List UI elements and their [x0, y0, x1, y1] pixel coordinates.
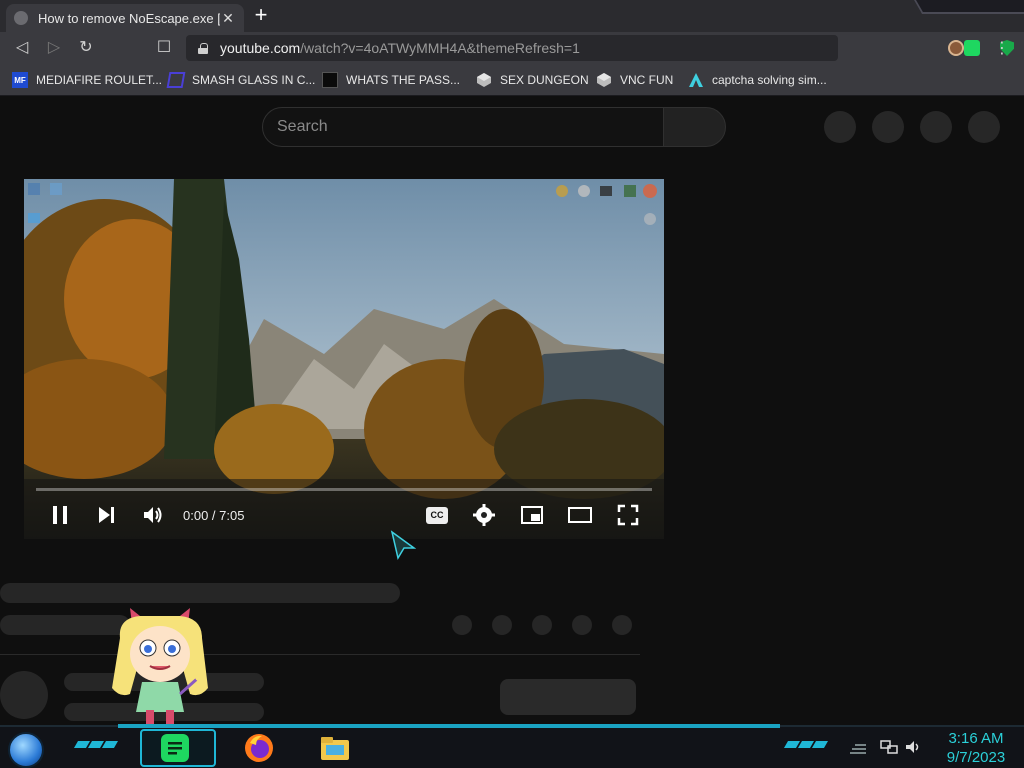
cartoon-mascot-sticker	[112, 608, 208, 724]
miniplayer-icon[interactable]	[520, 503, 544, 527]
start-orb-button[interactable]	[8, 732, 44, 768]
forward-button[interactable]: ▷	[44, 38, 64, 58]
dungeon-cube-icon	[476, 72, 492, 88]
file-explorer-icon[interactable]	[318, 731, 352, 765]
bookmark-item[interactable]: captcha solving sim...	[688, 71, 827, 89]
smash-glass-icon	[166, 72, 186, 88]
browser-toolbar: ◁ ▷ ↻ ☐ youtube.com /watch?v=4oATWyMMH4A…	[0, 32, 1024, 64]
theater-mode-icon[interactable]	[568, 503, 592, 527]
mouse-cursor	[390, 530, 416, 560]
bookmark-label: WHATS THE PASS...	[346, 73, 461, 87]
new-tab-button[interactable]: +	[250, 4, 272, 27]
search-button[interactable]	[663, 107, 726, 147]
reload-button[interactable]: ↻	[76, 38, 96, 58]
bookmark-label: VNC FUN	[620, 73, 674, 87]
bookmarks-bar: MF MEDIAFIRE ROULET... SMASH GLASS IN C.…	[0, 64, 1024, 96]
search-field[interactable]	[262, 107, 664, 147]
captions-icon[interactable]: CC	[426, 507, 448, 524]
taskbar-decoration	[811, 741, 829, 748]
volume-tray-icon[interactable]	[904, 739, 922, 755]
browser-tabstrip: How to remove NoEscape.exe [Do ✕ +	[0, 0, 1024, 32]
pause-icon[interactable]	[48, 503, 72, 527]
action-skeleton	[572, 615, 592, 635]
desktop-screen: How to remove NoEscape.exe [Do ✕ + ◁ ▷ ↻…	[0, 0, 1024, 768]
bookmark-label: MEDIAFIRE ROULET...	[36, 73, 163, 87]
taskbar-decoration	[101, 741, 119, 748]
action-skeleton	[492, 615, 512, 635]
profile-avatar[interactable]	[948, 40, 964, 56]
video-controls: 0:00 / 7:05 CC	[24, 497, 664, 537]
tab-active[interactable]: How to remove NoEscape.exe [Do ✕	[6, 4, 244, 32]
tab-title: How to remove NoEscape.exe [Do	[38, 10, 220, 26]
address-bar[interactable]: youtube.com /watch?v=4oATWyMMH4A&themeRe…	[186, 35, 1014, 61]
bookmark-item[interactable]: VNC FUN	[596, 71, 673, 89]
taskbar-accent-line	[118, 724, 780, 728]
video-frame	[24, 179, 664, 539]
action-skeleton	[532, 615, 552, 635]
header-placeholder-button[interactable]	[920, 111, 952, 143]
tab-close-icon[interactable]: ✕	[220, 10, 236, 27]
header-placeholder-button[interactable]	[968, 111, 1000, 143]
back-button[interactable]: ◁	[12, 38, 32, 58]
spotify-extension-icon[interactable]	[964, 40, 980, 56]
notepad-app-icon[interactable]	[158, 731, 192, 765]
bookmark-star-icon[interactable]: ☐	[154, 38, 174, 58]
header-placeholder-button[interactable]	[872, 111, 904, 143]
header-placeholder-button[interactable]	[824, 111, 856, 143]
subscribe-skeleton	[500, 679, 636, 715]
divider	[0, 654, 640, 655]
bookmark-label: SMASH GLASS IN C...	[192, 73, 316, 87]
url-host: youtube.com	[220, 40, 301, 56]
fullscreen-icon[interactable]	[616, 503, 640, 527]
bookmark-item[interactable]: MF MEDIAFIRE ROULET...	[12, 71, 162, 89]
bookmark-item[interactable]: WHATS THE PASS...	[322, 71, 460, 89]
bookmark-item[interactable]: SMASH GLASS IN C...	[166, 71, 316, 89]
volume-icon[interactable]	[141, 503, 165, 527]
captcha-a-icon	[688, 72, 704, 88]
bookmark-label: SEX DUNGEON	[500, 73, 589, 87]
firefox-icon[interactable]	[242, 731, 276, 765]
next-icon[interactable]	[94, 503, 118, 527]
search-input[interactable]	[277, 118, 663, 136]
taskbar: 3:16 AM 9/7/2023	[0, 724, 1024, 768]
video-progress-bar[interactable]	[36, 488, 652, 491]
action-skeleton	[612, 615, 632, 635]
clock-date: 9/7/2023	[946, 749, 1006, 766]
window-frame-decoration	[914, 0, 1024, 14]
url-path: /watch?v=4oATWyMMH4A&themeRefresh=1	[300, 40, 580, 56]
system-clock[interactable]: 3:16 AM 9/7/2023	[936, 729, 1016, 767]
action-skeleton	[452, 615, 472, 635]
bookmark-label: captcha solving sim...	[712, 73, 827, 87]
browser-menu-icon[interactable]: ⋮	[994, 38, 1010, 58]
vnc-cube-icon	[596, 72, 612, 88]
bookmark-item[interactable]: SEX DUNGEON	[476, 71, 589, 89]
lock-icon[interactable]	[198, 42, 208, 54]
channel-avatar-skeleton	[0, 671, 48, 719]
video-time: 0:00 / 7:05	[183, 508, 245, 523]
clock-time: 3:16 AM	[948, 730, 1004, 747]
video-player[interactable]: 0:00 / 7:05 CC	[24, 179, 664, 539]
mediafire-icon: MF	[12, 72, 28, 88]
globe-icon	[14, 11, 28, 25]
show-hidden-icons-icon[interactable]	[848, 739, 868, 755]
password-site-icon	[322, 72, 338, 88]
settings-gear-icon[interactable]	[472, 503, 496, 527]
network-icon[interactable]	[880, 739, 898, 755]
